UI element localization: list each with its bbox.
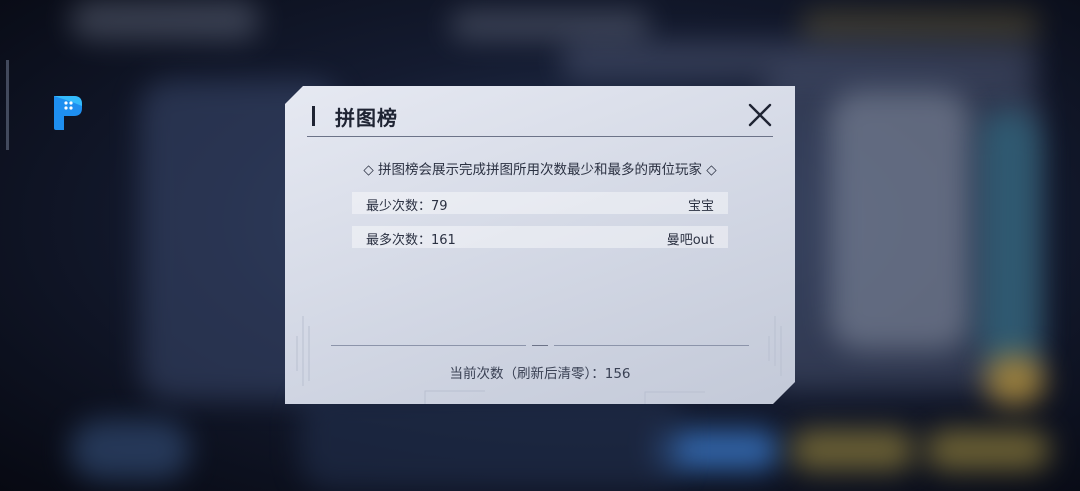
bottom-divider-center [532,345,548,346]
max-player-name: 曼吧out [666,233,714,248]
header-divider [307,136,773,137]
ranking-row-min: 最少次数：79 宝宝 [352,192,728,214]
min-count-label: 最少次数：79 [366,199,448,214]
edge-handle [6,60,9,150]
max-count-label: 最多次数：161 [366,233,456,248]
dialog-title: 拼图榜 [335,106,398,130]
bottom-divider-right [554,345,749,346]
min-player-name: 宝宝 [687,199,714,214]
close-button[interactable] [745,100,775,130]
ranking-description: ◇ 拼图榜会展示完成拼图所用次数最少和最多的两位玩家 ◇ [363,162,717,178]
title-accent-bar [312,106,324,126]
close-icon [745,100,775,130]
app-shortcut-icon[interactable] [52,94,84,132]
bottom-divider-left [331,345,526,346]
puzzle-ranking-dialog: 拼图榜 ◇ 拼图榜会展示完成拼图所用次数最少和最多的两位玩家 ◇ 最少次数：79… [285,86,795,404]
ranking-row-max: 最多次数：161 曼吧out [352,226,728,248]
current-attempt-count: 当前次数（刷新后清零）：156 [449,366,631,382]
